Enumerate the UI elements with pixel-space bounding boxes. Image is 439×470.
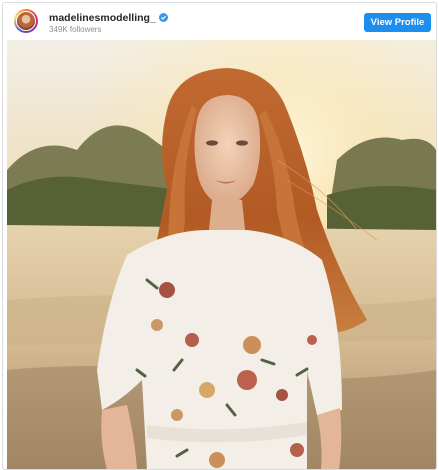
view-profile-button[interactable]: View Profile: [364, 13, 431, 32]
instagram-embed-card: madelinesmodelling_ 349K followers View …: [2, 2, 437, 470]
post-photo[interactable]: [7, 40, 436, 469]
followers-count: 349K followers: [49, 25, 102, 34]
username[interactable]: madelinesmodelling_: [49, 12, 156, 24]
post-header: madelinesmodelling_ 349K followers View …: [3, 3, 436, 40]
username-row: madelinesmodelling_: [49, 12, 168, 25]
avatar-image: [16, 11, 36, 31]
verified-badge-icon: [158, 13, 168, 25]
avatar[interactable]: [14, 9, 38, 33]
